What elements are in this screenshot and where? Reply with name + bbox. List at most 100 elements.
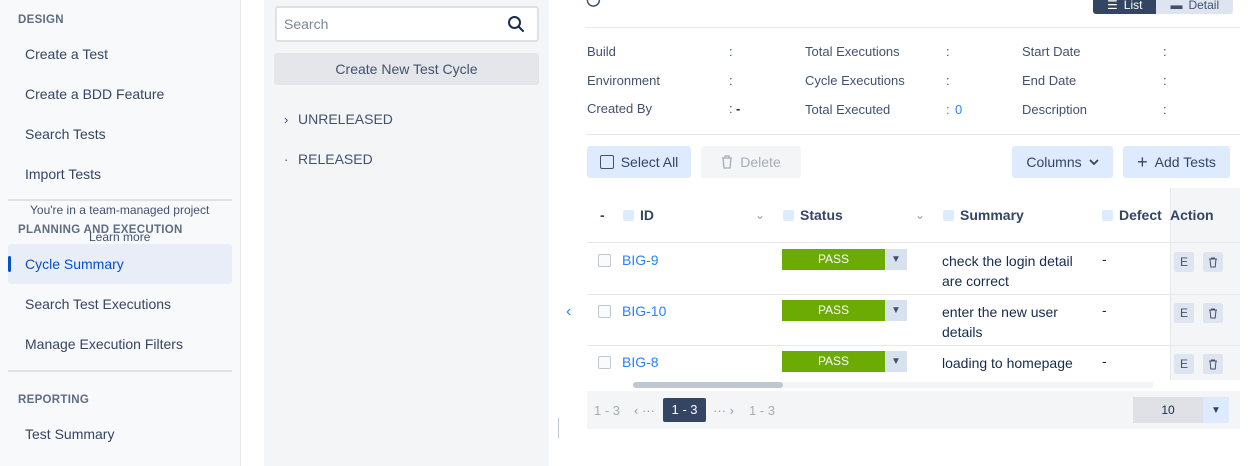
issue-link[interactable]: BIG-8 [622, 354, 659, 370]
issue-link[interactable]: BIG-9 [622, 252, 659, 268]
status-select[interactable]: PASS ▼ [782, 249, 907, 270]
search-icon[interactable] [507, 15, 525, 33]
add-tests-label: Add Tests [1154, 154, 1216, 170]
section-heading-design: DESIGN [18, 14, 64, 26]
delete-row-button[interactable] [1203, 354, 1223, 374]
cycle-main-panel: ☰ List ▬ Detail Build : Environment : Crea… [586, 0, 1259, 466]
chevron-down-icon [1088, 159, 1099, 166]
detail-view-button[interactable]: ▬ Detail [1156, 0, 1234, 14]
nav-search-test-executions[interactable]: Search Test Executions [8, 284, 232, 324]
info-label-environment: Environment [587, 73, 660, 88]
nav-create-test[interactable]: Create a Test [8, 34, 232, 74]
delete-row-button[interactable] [1203, 303, 1223, 323]
info-label-description: Description [1022, 102, 1088, 117]
next-page-icon[interactable]: ··· › [713, 403, 734, 418]
status-select[interactable]: PASS ▼ [782, 300, 907, 321]
pin-icon[interactable] [1102, 209, 1113, 221]
chevron-down-icon[interactable]: ⌄ [915, 208, 925, 222]
status-label: PASS [782, 249, 885, 270]
tree-search-input[interactable] [277, 8, 497, 40]
info-label-build: Build [587, 44, 616, 59]
defect-header-label: Defect [1119, 207, 1162, 223]
bullet-icon: · [284, 151, 289, 167]
info-colon: : [729, 101, 733, 116]
id-header-label: ID [640, 207, 654, 223]
chevron-down-icon[interactable]: ▼ [885, 300, 907, 321]
pin-icon[interactable] [783, 209, 794, 221]
columns-button[interactable]: Columns [1012, 146, 1113, 178]
info-label-total-executions: Total Executions [805, 44, 900, 59]
status-select[interactable]: PASS ▼ [782, 351, 907, 372]
bulk-header[interactable]: - [600, 188, 605, 243]
delete-button[interactable]: Delete [701, 146, 801, 178]
learn-more-link[interactable]: Learn more [89, 230, 150, 244]
chevron-down-icon[interactable]: ▼ [885, 249, 907, 270]
trash-icon [1209, 359, 1217, 369]
prev-page-icon[interactable]: ‹ ··· [634, 403, 655, 418]
table-row: BIG-9 PASS ▼ check the login detail are c… [587, 244, 1240, 295]
resize-handle[interactable] [558, 418, 559, 438]
page-size-select[interactable]: 10 ▼ [1133, 397, 1229, 423]
cycle-tree-panel: Create New Test Cycle › UNRELEASED · REL… [264, 0, 549, 466]
delete-row-button[interactable] [1203, 252, 1223, 272]
info-label-created-by: Created By [587, 101, 653, 116]
row-checkbox[interactable] [598, 305, 611, 318]
nav-test-summary[interactable]: Test Summary [8, 414, 232, 454]
divider [586, 134, 1240, 135]
execute-button[interactable]: E [1174, 252, 1194, 272]
pin-icon[interactable] [623, 209, 634, 221]
current-page[interactable]: 1 - 3 [663, 398, 706, 422]
nav-cycle-summary[interactable]: Cycle Summary [8, 244, 232, 284]
id-header[interactable]: ID [623, 188, 654, 243]
chevron-down-icon[interactable]: ⌄ [755, 208, 765, 222]
info-value-total-executed[interactable]: 0 [955, 102, 962, 117]
execute-button[interactable]: E [1174, 303, 1194, 323]
sidebar: DESIGN Create a Test Create a BDD Featur… [0, 0, 241, 466]
status-header[interactable]: Status [783, 188, 843, 243]
select-all-button[interactable]: Select All [587, 146, 691, 178]
row-checkbox[interactable] [598, 254, 611, 267]
info-colon: : [1163, 102, 1167, 117]
tree-node-unreleased[interactable]: › UNRELEASED [284, 111, 393, 127]
info-value-created-by: - [736, 101, 741, 116]
list-view-button[interactable]: ☰ List [1093, 0, 1157, 14]
tree-node-label: RELEASED [298, 151, 373, 167]
delete-label: Delete [740, 154, 781, 170]
executions-table: - ID ⌄ Status ⌄ Summary Defect Action BI… [587, 188, 1240, 380]
trash-icon [1209, 257, 1217, 267]
collapse-panel-icon[interactable]: ‹ [566, 303, 571, 321]
defect-cell: - [1102, 302, 1107, 318]
action-header: Action [1170, 207, 1214, 223]
info-colon: : [946, 73, 950, 88]
defect-header[interactable]: Defect [1102, 188, 1162, 243]
view-toggle: ☰ List ▬ Detail [1093, 0, 1234, 14]
info-label-start-date: Start Date [1022, 44, 1081, 59]
chevron-down-icon: ▼ [1203, 397, 1229, 423]
create-new-test-cycle-button[interactable]: Create New Test Cycle [274, 53, 539, 85]
summary-cell: enter the new user details [942, 304, 1058, 340]
status-header-label: Status [800, 207, 843, 223]
chevron-down-icon[interactable]: ▼ [885, 351, 907, 372]
horizontal-scrollbar-thumb[interactable] [633, 382, 783, 388]
sidebar-divider [8, 199, 232, 201]
defect-cell: - [1102, 251, 1107, 267]
tree-search-box [275, 6, 539, 42]
nav-manage-execution-filters[interactable]: Manage Execution Filters [8, 324, 232, 364]
select-all-label: Select All [620, 154, 679, 170]
nav-search-tests[interactable]: Search Tests [8, 114, 232, 154]
refresh-icon[interactable] [586, 0, 602, 8]
add-tests-button[interactable]: + Add Tests [1123, 146, 1230, 178]
summary-header[interactable]: Summary [943, 188, 1024, 243]
nav-import-tests[interactable]: Import Tests [8, 154, 232, 194]
detail-label: Detail [1188, 0, 1220, 12]
execute-button[interactable]: E [1174, 354, 1194, 374]
row-checkbox[interactable] [598, 356, 611, 369]
tree-node-released[interactable]: · RELEASED [284, 151, 373, 167]
nav-create-bdd-feature[interactable]: Create a BDD Feature [8, 74, 232, 114]
sidebar-divider [8, 370, 232, 372]
pager-range-end: 1 - 3 [749, 403, 776, 418]
pin-icon[interactable] [943, 209, 954, 221]
info-colon: : [729, 44, 733, 59]
issue-link[interactable]: BIG-10 [622, 303, 666, 319]
status-label: PASS [782, 300, 885, 321]
